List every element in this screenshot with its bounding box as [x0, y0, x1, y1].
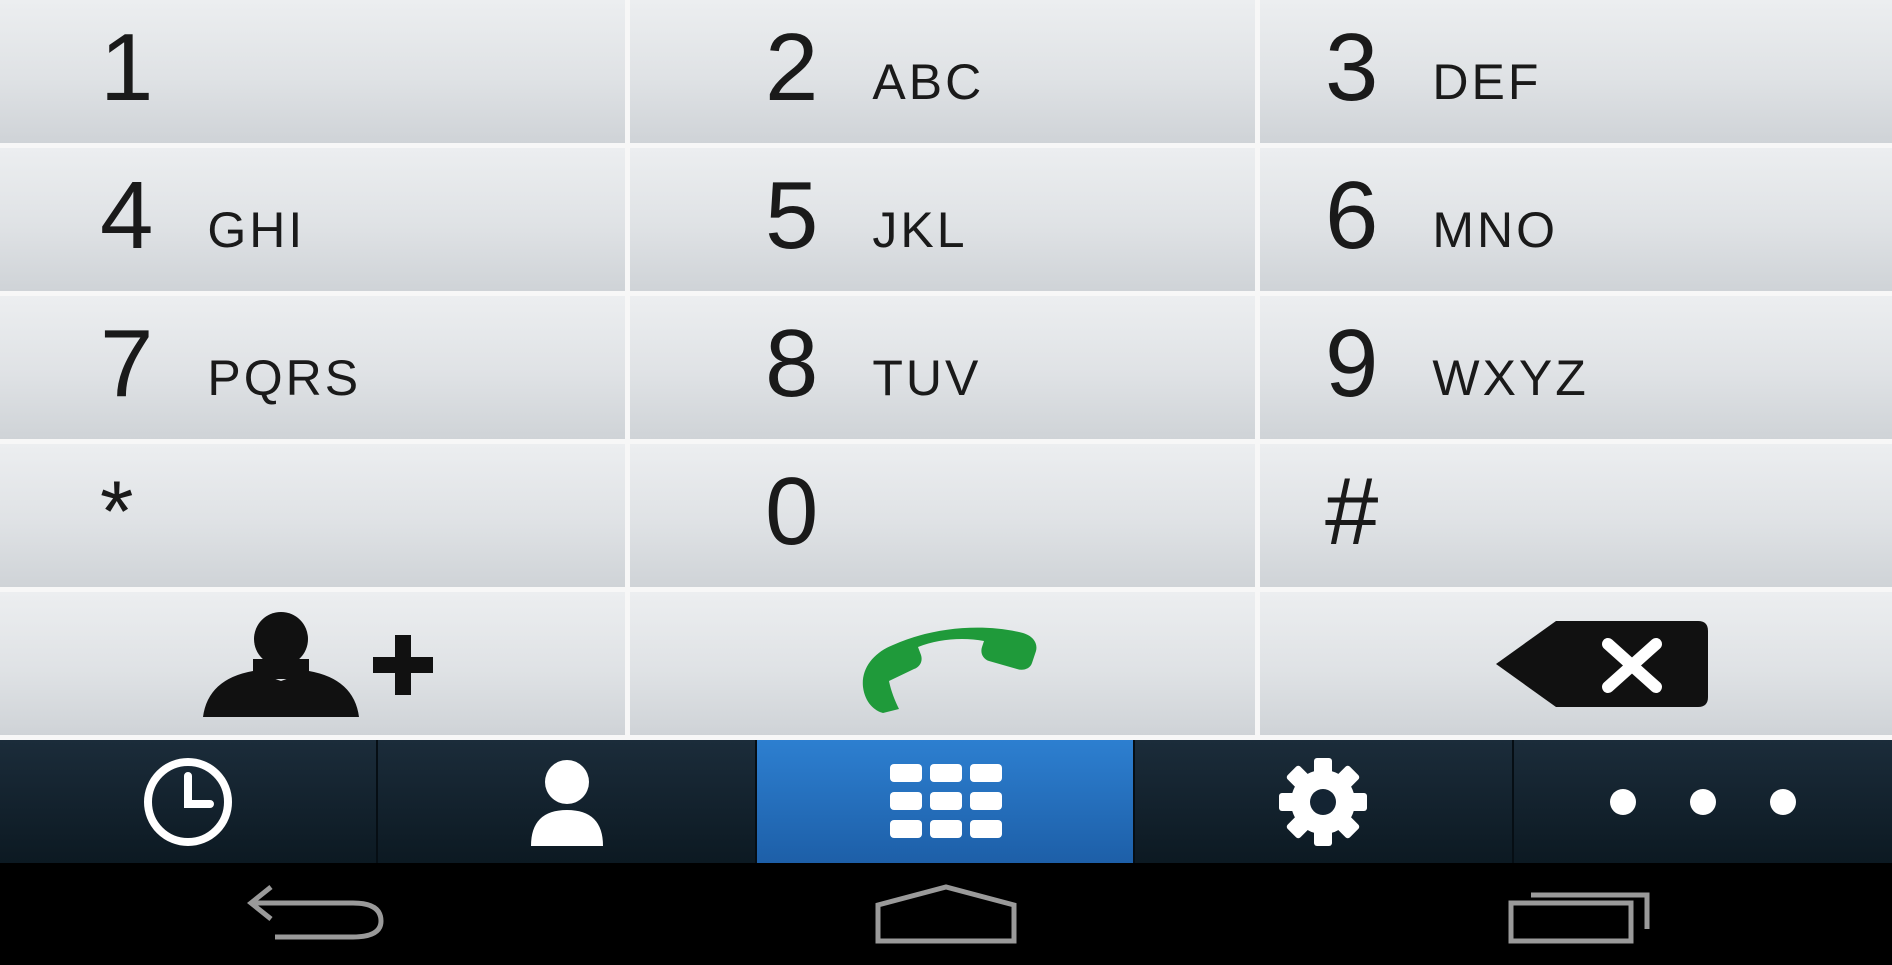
tab-dialpad[interactable]	[756, 740, 1136, 863]
key-digit: 9	[1325, 310, 1379, 417]
key-7[interactable]: 7 PQRS	[0, 296, 630, 444]
key-hash[interactable]: #	[1260, 444, 1892, 592]
key-digit: 1	[100, 14, 154, 121]
key-digit: *	[100, 464, 134, 560]
dialpad-icon	[889, 763, 1002, 838]
key-letters: PQRS	[207, 350, 362, 406]
recent-apps-button[interactable]	[1261, 863, 1892, 965]
key-digit: 4	[100, 162, 154, 269]
person-icon	[530, 759, 603, 846]
key-8[interactable]: 8 TUV	[630, 296, 1260, 444]
tab-call-log[interactable]	[0, 740, 379, 863]
call-button[interactable]	[630, 592, 1260, 740]
key-star[interactable]: *	[0, 444, 630, 592]
back-button[interactable]	[0, 863, 631, 965]
key-letters: GHI	[207, 202, 306, 258]
key-digit: #	[1325, 458, 1379, 565]
home-icon	[875, 884, 1017, 944]
tab-contacts[interactable]	[378, 740, 757, 863]
key-digit: 0	[765, 458, 819, 565]
add-contact-button[interactable]	[0, 592, 630, 740]
key-0[interactable]: 0	[630, 444, 1260, 592]
person-add-icon	[202, 611, 433, 717]
backspace-button[interactable]	[1260, 592, 1892, 740]
key-digit: 5	[765, 162, 819, 269]
clock-icon	[144, 757, 233, 846]
key-digit: 3	[1325, 14, 1379, 121]
key-3[interactable]: 3 DEF	[1260, 0, 1892, 148]
key-digit: 8	[765, 310, 819, 417]
key-digit: 6	[1325, 162, 1379, 269]
key-letters: TUV	[872, 350, 982, 406]
tab-more[interactable]	[1514, 740, 1892, 863]
key-letters: JKL	[872, 202, 968, 258]
key-letters: DEF	[1432, 54, 1542, 110]
back-arrow-icon	[247, 885, 384, 940]
gear-icon	[1279, 757, 1368, 846]
backspace-icon	[1496, 620, 1708, 707]
recent-apps-icon	[1508, 892, 1650, 944]
key-letters: MNO	[1432, 202, 1559, 258]
more-dots-icon	[1609, 788, 1796, 815]
key-digit: 7	[100, 310, 154, 417]
tab-settings[interactable]	[1135, 740, 1514, 863]
key-6[interactable]: 6 MNO	[1260, 148, 1892, 296]
key-5[interactable]: 5 JKL	[630, 148, 1260, 296]
key-4[interactable]: 4 GHI	[0, 148, 630, 296]
key-letters: ABC	[872, 54, 985, 110]
home-button[interactable]	[631, 863, 1262, 965]
key-letters: WXYZ	[1432, 350, 1589, 406]
dialpad: 1 2 ABC 3 DEF 4 GHI 5 JKL 6 MNO 7 PQRS 8…	[0, 0, 1892, 740]
dialer-screen: 1 2 ABC 3 DEF 4 GHI 5 JKL 6 MNO 7 PQRS 8…	[0, 0, 1892, 965]
system-nav-bar	[0, 863, 1892, 965]
key-2[interactable]: 2 ABC	[630, 0, 1260, 148]
key-9[interactable]: 9 WXYZ	[1260, 296, 1892, 444]
key-digit: 2	[765, 14, 819, 121]
key-1[interactable]: 1	[0, 0, 630, 148]
phone-handset-icon	[862, 627, 1036, 713]
dialer-tab-bar	[0, 740, 1892, 863]
